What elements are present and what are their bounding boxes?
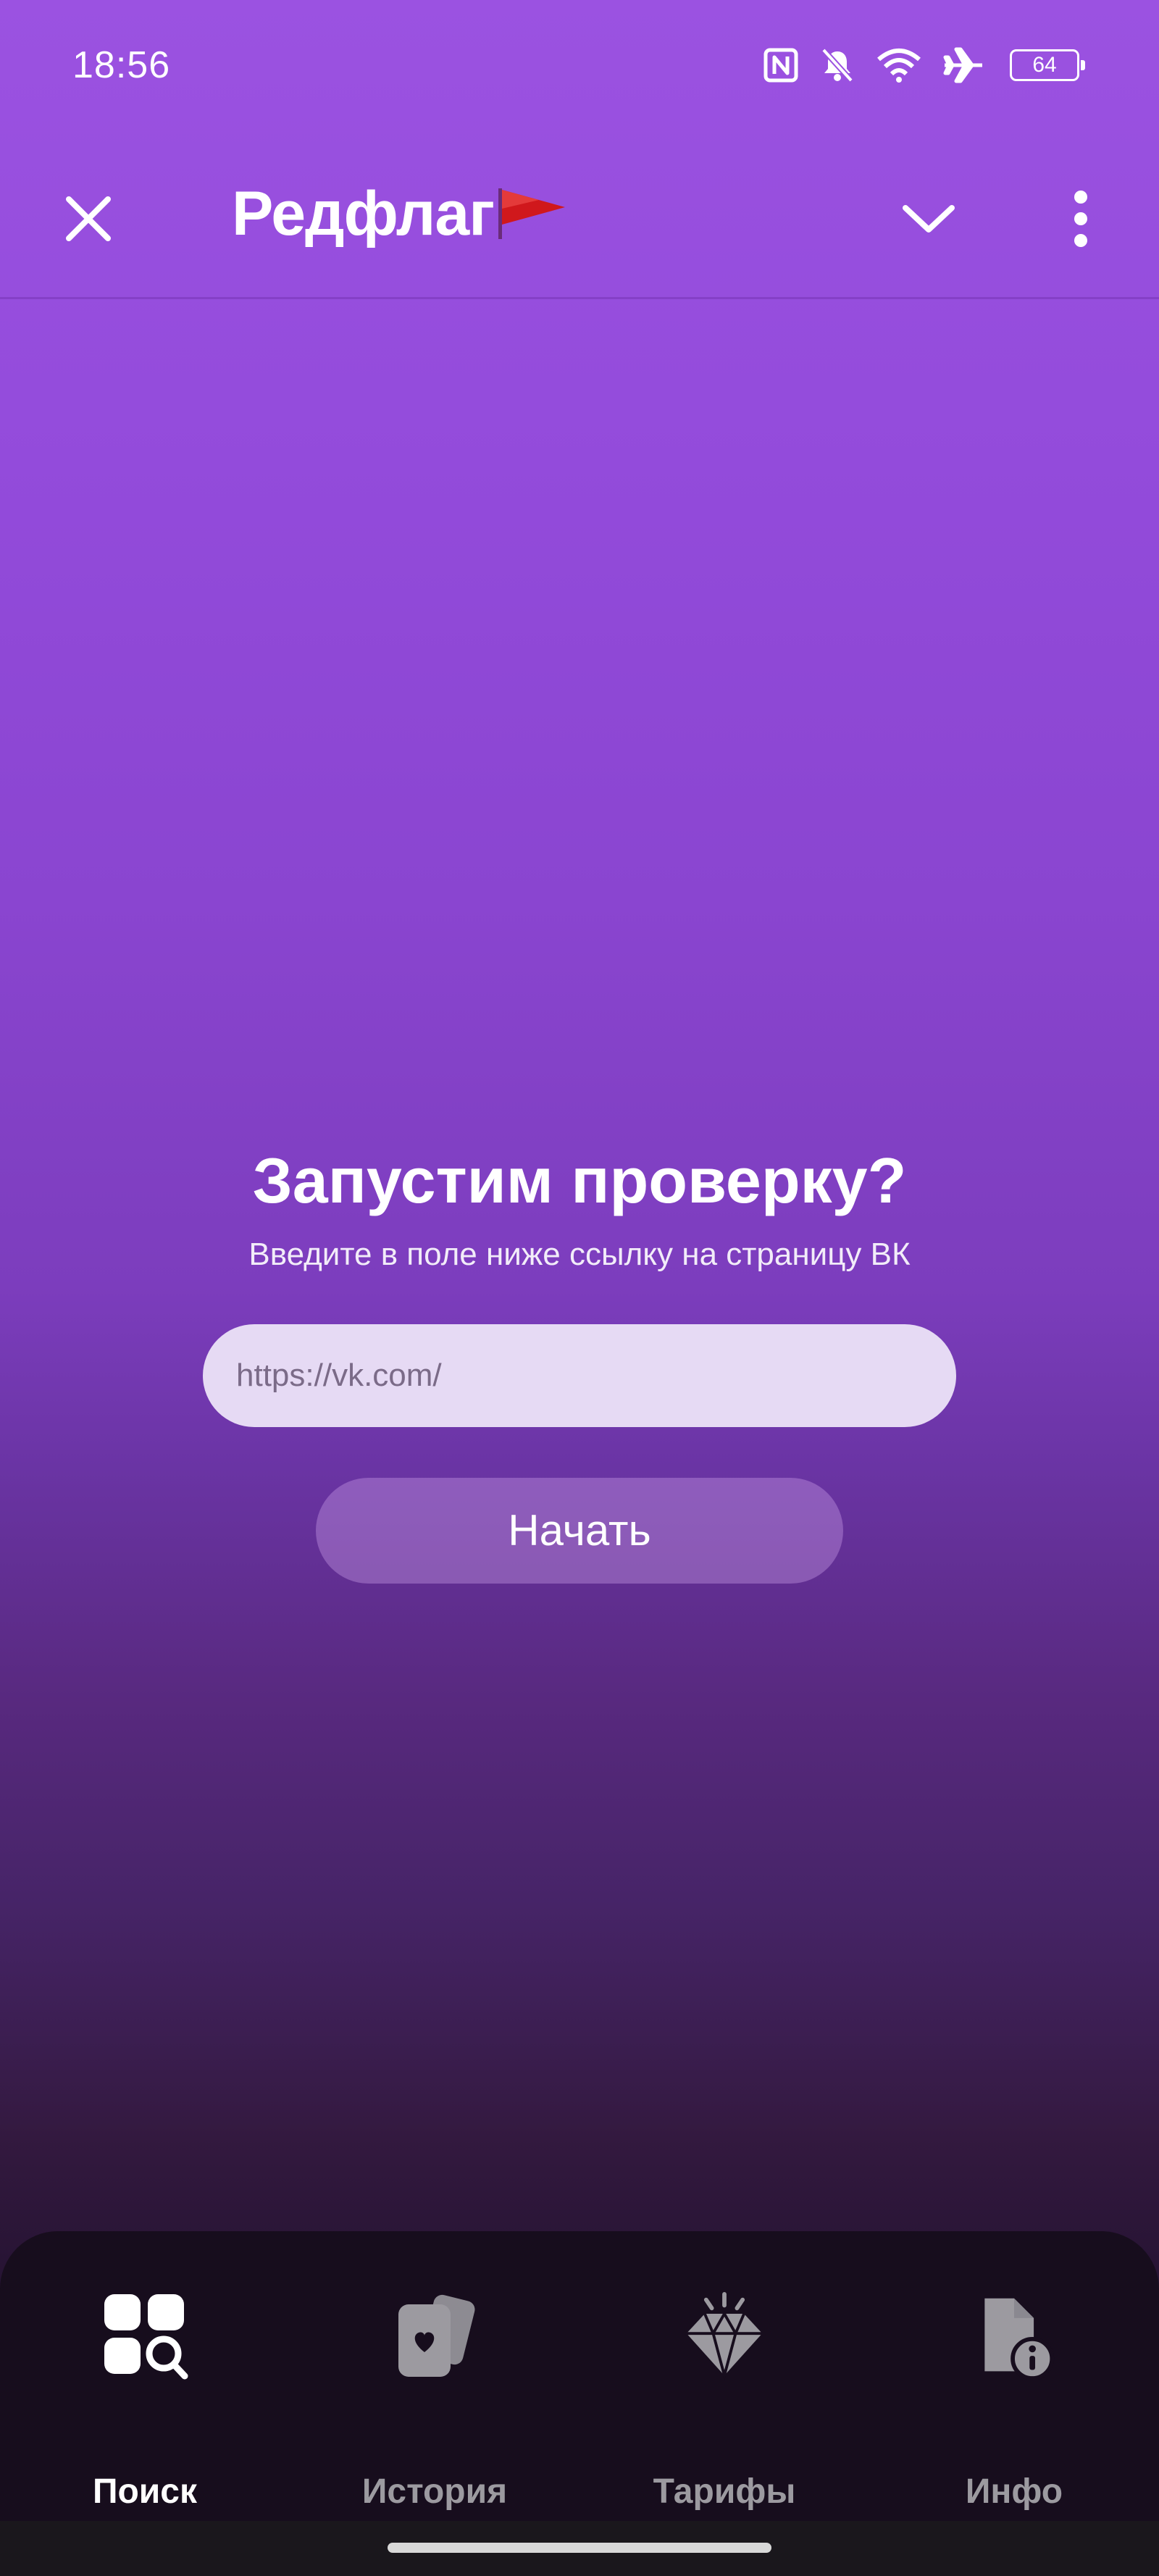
toolbar-divider <box>0 297 1159 299</box>
bottom-navigation: Поиск История Тарифы Инфо <box>0 2231 1159 2521</box>
expand-button[interactable] <box>891 181 966 256</box>
bell-off-icon <box>820 47 855 83</box>
nav-label-search: Поиск <box>92 2472 198 2511</box>
info-document-icon <box>971 2289 1058 2383</box>
nav-item-info[interactable]: Инфо <box>905 2289 1123 2511</box>
search-grid-icon <box>101 2289 188 2383</box>
app-title-group: Редфлаг <box>232 177 568 250</box>
nav-item-tariffs[interactable]: Тарифы <box>616 2289 833 2511</box>
app-title: Редфлаг <box>232 179 495 248</box>
more-menu-button[interactable] <box>1043 181 1118 256</box>
close-button[interactable] <box>51 181 126 256</box>
home-indicator[interactable] <box>388 2543 771 2553</box>
nav-label-info: Инфо <box>965 2472 1063 2511</box>
chevron-down-icon <box>903 205 955 233</box>
status-time: 18:56 <box>72 44 171 86</box>
diamond-icon <box>681 2289 768 2383</box>
status-icons: 64 <box>763 43 1085 87</box>
page-title: Запустим проверку? <box>252 1145 907 1216</box>
wifi-icon <box>876 48 921 83</box>
airplane-icon <box>943 47 984 83</box>
nfc-icon <box>763 48 798 83</box>
flag-icon <box>498 188 566 239</box>
nav-item-search[interactable]: Поиск <box>36 2289 254 2511</box>
status-bar: 18:56 64 <box>0 0 1159 130</box>
close-icon <box>66 196 111 241</box>
battery-icon: 64 <box>1010 49 1085 81</box>
page-subtitle: Введите в поле ниже ссылку на страницу В… <box>248 1237 911 1272</box>
nav-label-history: История <box>361 2472 508 2511</box>
nav-label-tariffs: Тарифы <box>653 2472 796 2511</box>
start-button[interactable]: Начать <box>316 1478 843 1584</box>
vk-url-input[interactable] <box>203 1324 956 1427</box>
battery-level: 64 <box>1032 53 1057 77</box>
app-screen: 18:56 64 Редфлаг Запустим проверку? Введ… <box>0 0 1159 2576</box>
more-vertical-icon <box>1074 191 1087 247</box>
nav-item-history[interactable]: История <box>326 2289 543 2511</box>
toolbar: Редфлаг <box>0 152 1159 268</box>
history-cards-icon <box>391 2289 478 2383</box>
